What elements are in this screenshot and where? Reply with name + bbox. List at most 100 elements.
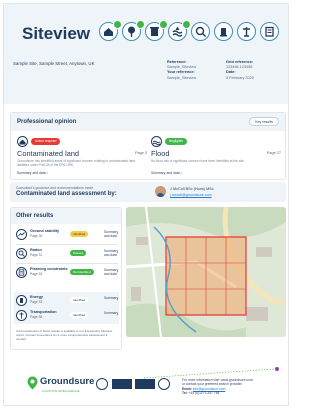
- result-transportation[interactable]: Transportation Page 35 Identified Summar…: [16, 310, 120, 323]
- other-results-panel: Other results Ground stability Page 30 I…: [10, 207, 122, 350]
- results-footnote: A full explanation of these results is a…: [16, 329, 112, 341]
- opinion-description: No flood risk of significant concern hav…: [151, 159, 245, 163]
- accreditation-logo-icon: [112, 379, 132, 389]
- grid-reference-block: Grid reference: 123456 123456 Date: 5 Fe…: [226, 60, 254, 81]
- professional-opinion-header: Professional opinion Key results: [11, 113, 285, 131]
- professional-opinion-panel: Professional opinion Key results Action …: [10, 112, 286, 180]
- divider: [16, 263, 118, 264]
- opinion-name: Flood: [151, 149, 170, 158]
- site-map[interactable]: [126, 207, 286, 337]
- transport-icon[interactable]: [237, 22, 256, 41]
- status-badge: Identified: [70, 231, 89, 237]
- key-results-button[interactable]: Key results: [249, 117, 279, 126]
- chevron-right-icon: ›: [46, 171, 48, 175]
- contact-email-link[interactable]: info@groundsure.com: [193, 387, 226, 391]
- building-icon[interactable]: [145, 20, 168, 41]
- other-results-header: Other results: [11, 208, 121, 224]
- result-name: Radon: [30, 248, 42, 252]
- consultant-panel: Consultant's guidance and recommendation…: [10, 182, 286, 202]
- accreditation-logo-icon: [135, 379, 155, 389]
- your-reference-label: Your reference:: [167, 70, 195, 75]
- report-title: Siteview: [22, 24, 91, 43]
- report-header: Siteview Sample Site, Sample Street, Any…: [4, 4, 288, 104]
- result-name: Ground stability: [30, 229, 60, 233]
- opinion-name: Contaminated land: [17, 149, 80, 158]
- date-value: 5 February 2020: [226, 75, 254, 80]
- radon-icon: [16, 248, 27, 259]
- professional-opinion-title: Professional opinion: [17, 119, 77, 125]
- chevron-right-icon: ›: [116, 269, 118, 274]
- opinion-contaminated-land: Action required Contaminated land Page 3…: [17, 136, 147, 178]
- your-reference-value: Sample_Siteview: [167, 75, 197, 80]
- summary-link-label: Summary and data: [17, 171, 46, 175]
- brand-tagline: LOCATION INTELLIGENCE: [42, 389, 80, 393]
- result-radon[interactable]: Radon Page 31 Passed Summary and data ›: [16, 248, 120, 261]
- avatar: [155, 186, 166, 197]
- energy-icon: [16, 295, 27, 306]
- result-planning-constraints[interactable]: Planning constraints Page 32 Not identif…: [16, 267, 120, 280]
- brand-name: Groundsure: [40, 376, 95, 387]
- flood-icon: [151, 136, 162, 147]
- reference-block: Reference: Sample_Siteview Your referenc…: [167, 60, 196, 81]
- site-address: Sample Site, Sample Street, Anytown, UK: [13, 61, 95, 66]
- transport-icon: [16, 310, 27, 321]
- tree-icon[interactable]: [122, 20, 145, 41]
- opinion-page[interactable]: Page 3: [135, 151, 147, 155]
- site-map-graphic: [126, 207, 286, 337]
- summary-and-data-link[interactable]: Summary and data ›: [151, 171, 182, 175]
- result-page: Page 30: [30, 234, 43, 238]
- planning-icon: [16, 267, 27, 278]
- result-name: Energy: [30, 295, 43, 299]
- result-energy[interactable]: Energy Page 33 Identified Summary ›: [16, 295, 120, 308]
- result-name: Transportation: [30, 310, 57, 314]
- status-badge: Passed: [70, 250, 87, 256]
- result-page: Page 35: [30, 315, 43, 319]
- consultant-name: J McColl BSc (Hons) MSc: [170, 187, 214, 191]
- certification-badge-icon: [158, 378, 170, 390]
- chevron-right-icon: ›: [180, 171, 182, 175]
- result-page: Page 31: [30, 253, 43, 257]
- groundsure-logo-icon: [27, 376, 38, 390]
- house-icon[interactable]: [99, 20, 122, 41]
- chevron-right-icon: ›: [116, 297, 118, 302]
- planning-icon[interactable]: [260, 22, 279, 41]
- divider: [16, 244, 118, 245]
- ground-stability-icon: [16, 229, 27, 240]
- opinion-flood: Negligible Flood Page 27 No flood risk o…: [151, 136, 281, 178]
- status-badge: Identified: [70, 297, 89, 303]
- flood-icon[interactable]: [168, 20, 191, 41]
- contact-info: For more information visit: www.groundsu…: [182, 378, 286, 396]
- energy-transport-box: Energy Page 33 Identified Summary › Tran…: [14, 292, 119, 324]
- result-page: Page 33: [30, 300, 43, 304]
- opinion-page[interactable]: Page 27: [267, 151, 281, 155]
- tel-label: Tel:: [182, 391, 188, 396]
- consultant-title: Contaminated land assessment by:: [16, 191, 117, 197]
- report-page: Siteview Sample Site, Sample Street, Any…: [3, 3, 289, 406]
- chevron-right-icon: ›: [116, 312, 118, 317]
- summary-link-label: Summary and data: [151, 171, 180, 175]
- energy-icon[interactable]: [214, 22, 233, 41]
- opinion-description: Groundsure has identified areas of signi…: [17, 159, 136, 168]
- certification-badge-icon: [96, 378, 108, 390]
- result-name: Planning constraints: [30, 267, 68, 271]
- chevron-right-icon: ›: [116, 231, 118, 236]
- site-boundary: [165, 236, 247, 316]
- status-badge: Not identified: [70, 269, 94, 275]
- chevron-right-icon: ›: [116, 250, 118, 255]
- radon-icon[interactable]: [191, 22, 210, 41]
- status-badge: Action required: [31, 138, 61, 145]
- result-page: Page 32: [30, 272, 43, 276]
- summary-and-data-link[interactable]: Summary and data ›: [17, 171, 48, 175]
- email-label: Email:: [182, 386, 192, 391]
- category-icons: [99, 20, 284, 46]
- other-results-title: Other results: [16, 213, 54, 219]
- consultant-label: Consultant's guidance and recommendation…: [16, 186, 94, 190]
- status-badge: Negligible: [165, 138, 187, 145]
- result-ground-stability[interactable]: Ground stability Page 30 Identified Summ…: [16, 229, 120, 242]
- contact-tel: +44 (0)1273 257 755: [188, 391, 220, 396]
- status-badge: Identified: [70, 312, 89, 318]
- report-footer: Groundsure LOCATION INTELLIGENCE For mor…: [4, 366, 288, 405]
- contaminated-land-icon: [17, 136, 28, 147]
- contact-tel-row: Tel: +44 (0)1273 257 755: [182, 391, 286, 395]
- consultant-email-link[interactable]: j.mccoll@groundsure.com: [170, 193, 212, 197]
